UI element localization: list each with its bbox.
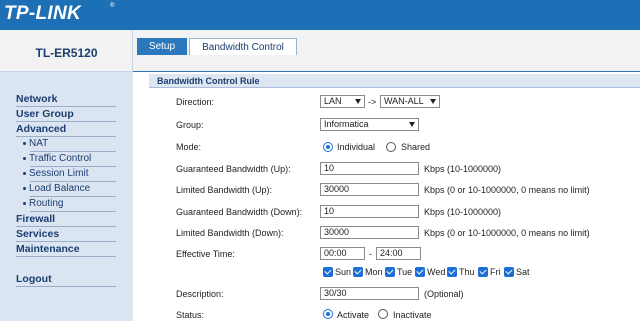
lbw-down-note: Kbps (0 or 10-1000000, 0 means no limit) [424,228,590,238]
status-activate-radio[interactable] [323,309,333,319]
direction-from-select[interactable]: LAN [320,95,365,108]
sidebar-item-services[interactable]: Services [16,227,116,242]
description-field[interactable]: 30/30 [320,287,419,300]
mode-shared-radio[interactable] [386,142,396,152]
sidebar-item-load-balance[interactable]: Load Balance [23,182,116,197]
day-thu-label: Thu [459,267,475,277]
registered-mark: ® [110,3,115,9]
gbw-up-field[interactable]: 10 [320,162,419,175]
gbw-down-label: Guaranteed Bandwidth (Down): [176,207,303,217]
gbw-up-label: Guaranteed Bandwidth (Up): [176,164,291,174]
time-start-field[interactable]: 00:00 [320,247,365,260]
bullet-icon [23,201,26,205]
chevron-down-icon [430,99,436,104]
day-sun-checkbox[interactable] [323,267,333,277]
group-select[interactable]: Informatica [320,118,419,131]
day-tue-label: Tue [397,267,413,277]
device-model: TL-ER5120 [35,46,98,60]
mode-individual-radio[interactable] [323,142,333,152]
chevron-down-icon [409,122,415,127]
gbw-up-note: Kbps (10-1000000) [424,164,502,174]
group-value: Informatica [324,119,369,129]
description-label: Description: [176,289,224,299]
lbw-up-field[interactable]: 30000 [320,183,419,196]
status-activate-label: Activate [337,310,370,320]
day-mon-label: Mon [365,267,383,277]
bullet-icon [23,186,26,190]
day-sat-checkbox[interactable] [504,267,514,277]
lbw-down-field[interactable]: 30000 [320,226,419,239]
gbw-down-field[interactable]: 10 [320,205,419,218]
tab-bandwidth-control[interactable]: Bandwidth Control [189,38,297,55]
time-end-field[interactable]: 24:00 [376,247,421,260]
day-wed-checkbox[interactable] [415,267,425,277]
mode-label: Mode: [176,142,202,152]
sidebar-item-traffic-control[interactable]: Traffic Control [23,152,116,167]
bullet-icon [23,171,26,175]
direction-from-value: LAN [324,96,342,106]
status-label: Status: [176,310,205,320]
brand-logo: TP-LINK [4,3,82,24]
bullet-icon [23,156,26,160]
day-sat-label: Sat [516,267,530,277]
section-title: Bandwidth Control Rule [149,74,640,88]
chevron-down-icon [355,99,361,104]
day-wed-label: Wed [427,267,446,277]
day-fri-label: Fri [490,267,501,277]
sidebar-item-label: Traffic Control [29,153,92,164]
sidebar-item-advanced[interactable]: Advanced [16,122,116,137]
sidebar-item-label: Load Balance [29,183,91,194]
sidebar-item-network[interactable]: Network [16,92,116,107]
sidebar: Network User Group Advanced NAT Traffic … [0,72,133,321]
direction-to-select[interactable]: WAN-ALL [380,95,440,108]
day-tue-checkbox[interactable] [385,267,395,277]
day-thu-checkbox[interactable] [447,267,457,277]
time-dash: - [369,249,372,259]
sidebar-item-routing[interactable]: Routing [23,197,116,212]
sidebar-item-user-group[interactable]: User Group [16,107,116,122]
sidebar-item-label: NAT [29,138,49,149]
effective-time-label: Effective Time: [176,249,235,259]
top-header: TP-LINK ® [0,0,640,30]
lbw-up-note: Kbps (0 or 10-1000000, 0 means no limit) [424,185,590,195]
day-sun-label: Sun [335,267,352,277]
lbw-down-label: Limited Bandwidth (Down): [176,228,284,238]
day-mon-checkbox[interactable] [353,267,363,277]
status-inactivate-label: Inactivate [393,310,432,320]
mode-shared-label: Shared [401,142,431,152]
sidebar-item-firewall[interactable]: Firewall [16,212,116,227]
sidebar-item-maintenance[interactable]: Maintenance [16,242,116,257]
day-fri-checkbox[interactable] [478,267,488,277]
sidebar-item-logout[interactable]: Logout [16,272,116,287]
sidebar-item-label: Session Limit [29,168,89,179]
bullet-icon [23,141,26,145]
direction-to-value: WAN-ALL [384,96,424,106]
lbw-up-label: Limited Bandwidth (Up): [176,185,273,195]
status-inactivate-radio[interactable] [378,309,388,319]
sidebar-item-session-limit[interactable]: Session Limit [23,167,116,182]
sidebar-item-nat[interactable]: NAT [23,137,116,152]
mode-individual-label: Individual [337,142,376,152]
tab-setup[interactable]: Setup [137,38,187,55]
description-note: (Optional) [424,289,464,299]
direction-arrow: -> [368,97,377,107]
group-label: Group: [176,120,204,130]
direction-label: Direction: [176,97,215,107]
sidebar-item-label: Routing [29,198,64,209]
gbw-down-note: Kbps (10-1000000) [424,207,502,217]
